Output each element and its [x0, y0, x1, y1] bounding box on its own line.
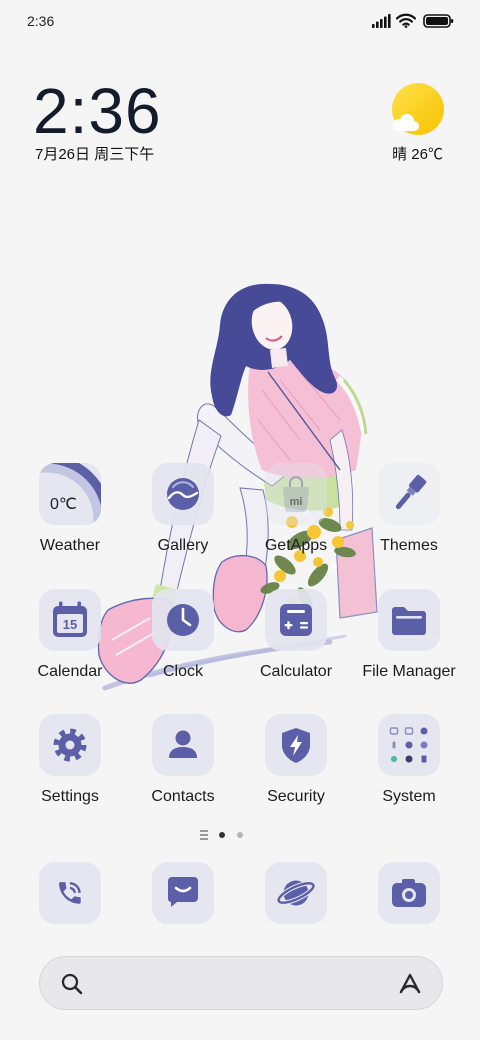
dock-phone[interactable] [10, 862, 130, 924]
calculator-icon [280, 604, 312, 636]
app-getapps[interactable]: mi GetApps [236, 463, 356, 558]
search-bar[interactable] [39, 956, 443, 1010]
page-dot[interactable] [219, 832, 225, 838]
app-label-gallery: Gallery [157, 537, 209, 554]
signal-icon [372, 14, 391, 28]
clock-widget-time[interactable]: 2:36 [33, 76, 162, 146]
dock-browser[interactable] [236, 862, 356, 924]
weather-app-tile: 0℃ [39, 463, 101, 525]
app-label-system: System [382, 788, 436, 805]
phone-app-tile [39, 862, 101, 924]
clock-app-tile [152, 589, 214, 651]
app-file-manager[interactable]: File Manager [349, 589, 469, 684]
status-bar-time: 2:36 [27, 13, 55, 29]
app-label-calculator: Calculator [259, 663, 333, 680]
sun-cloud-icon[interactable] [388, 80, 448, 140]
app-settings[interactable]: Settings [10, 714, 130, 809]
messages-app-tile [152, 862, 214, 924]
settings-app-tile [39, 714, 101, 776]
themes-app-tile [378, 463, 440, 525]
weather-icon-temp: 0℃ [50, 496, 77, 513]
phone-icon [59, 882, 81, 904]
camera-app-tile [378, 862, 440, 924]
search-icon[interactable] [59, 971, 85, 997]
app-label-security: Security [267, 788, 325, 805]
page-indicator[interactable] [196, 828, 248, 842]
app-label-calendar: Calendar [37, 663, 103, 680]
dock-camera[interactable] [349, 862, 469, 924]
app-label-weather: Weather [39, 537, 101, 554]
browser-icon [276, 880, 316, 906]
app-contacts[interactable]: Contacts [123, 714, 243, 809]
gallery-icon [167, 478, 199, 510]
messages-icon [168, 877, 198, 907]
app-label-getapps: GetApps [264, 537, 328, 554]
camera-icon [392, 879, 426, 907]
clock-widget-date[interactable]: 7月26日 周三下午 [35, 146, 154, 164]
shield-icon [282, 728, 310, 763]
assistant-icon[interactable] [396, 970, 424, 998]
browser-app-tile [265, 862, 327, 924]
file-manager-app-tile [378, 589, 440, 651]
calendar-icon-day: 15 [63, 617, 77, 632]
getapps-icon: mi [283, 476, 309, 512]
app-calculator[interactable]: Calculator [236, 589, 356, 684]
app-themes[interactable]: Themes [349, 463, 469, 558]
contacts-app-tile [152, 714, 214, 776]
gear-icon [53, 728, 87, 762]
app-folder-icon [389, 727, 428, 764]
app-security[interactable]: Security [236, 714, 356, 809]
app-label-clock: Clock [162, 663, 203, 680]
getapps-logo-text: mi [290, 496, 303, 508]
person-icon [169, 730, 197, 758]
weather-icon [39, 463, 101, 525]
app-system-folder[interactable]: System [349, 714, 469, 809]
gallery-app-tile [152, 463, 214, 525]
system-folder-tile [378, 714, 440, 776]
page-dot[interactable] [237, 832, 243, 838]
app-label-contacts: Contacts [151, 788, 215, 805]
app-weather[interactable]: 0℃ Weather [10, 463, 130, 558]
app-label-themes: Themes [380, 537, 438, 554]
brush-icon [395, 474, 427, 510]
page-list-icon[interactable] [200, 830, 208, 840]
app-calendar[interactable]: 15 Calendar [10, 589, 130, 684]
app-clock[interactable]: Clock [123, 589, 243, 684]
calculator-app-tile [265, 589, 327, 651]
battery-level-fill [426, 17, 448, 25]
wifi-icon [396, 13, 416, 28]
battery-icon [423, 14, 454, 28]
calendar-app-tile: 15 [39, 589, 101, 651]
clock-icon [167, 604, 199, 636]
folder-icon [392, 607, 426, 635]
security-app-tile [265, 714, 327, 776]
dock-messages[interactable] [123, 862, 243, 924]
app-label-file-manager: File Manager [362, 663, 456, 680]
calendar-icon: 15 [53, 601, 87, 637]
app-gallery[interactable]: Gallery [123, 463, 243, 558]
app-label-settings: Settings [41, 788, 99, 805]
weather-widget-summary[interactable]: 晴 26℃ [392, 146, 443, 164]
getapps-app-tile: mi [265, 463, 327, 525]
